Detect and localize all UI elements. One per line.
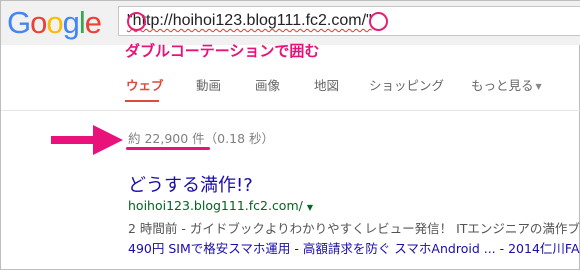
result-url-text: hoihoi123.blog111.fc2.com/ xyxy=(128,198,303,213)
arrow-right-icon xyxy=(51,125,123,155)
search-tabs: ウェブ 動画 画像 地図 ショッピング もっと見る ▼ xyxy=(1,67,580,105)
tab-more-label: もっと見る xyxy=(471,78,534,93)
header-bar: Google "http://hoihoi123.blog111.fc2.com… xyxy=(1,1,580,45)
search-query-text: "http://hoihoi123.blog111.fc2.com/" xyxy=(127,12,372,29)
tab-more[interactable]: もっと見る ▼ xyxy=(471,75,542,94)
tabs-divider xyxy=(1,110,580,111)
quote-highlight-circle-right xyxy=(369,12,388,31)
logo-letter: o xyxy=(30,5,47,40)
active-tab-indicator xyxy=(125,100,159,102)
result-snippet: 2 時間前 - ガイドブックよりわかりやすくレビュー発信！ ITエンジニアの満作… xyxy=(128,221,580,236)
logo-letter: o xyxy=(46,5,63,40)
logo-letter: G xyxy=(7,5,31,40)
logo-letter: g xyxy=(62,5,80,40)
quote-highlight-circle-left xyxy=(127,12,146,31)
tab-maps[interactable]: 地図 xyxy=(314,75,339,94)
annotation-label: ダブルコーテーションで囲む xyxy=(125,42,320,60)
result-sitelinks[interactable]: 490円 SIMで格安スマホ運用 - 高額請求を防ぐ スマホAndroid ..… xyxy=(128,238,580,257)
search-input[interactable]: "http://hoihoi123.blog111.fc2.com/" xyxy=(118,6,580,36)
logo-letter: e xyxy=(84,5,102,40)
tab-web[interactable]: ウェブ xyxy=(126,75,164,94)
result-url[interactable]: hoihoi123.blog111.fc2.com/ ▼ xyxy=(128,198,313,213)
tab-shopping[interactable]: ショッピング xyxy=(369,75,444,94)
google-logo[interactable]: Google xyxy=(7,5,102,41)
url-dropdown-icon[interactable]: ▼ xyxy=(307,203,313,212)
chevron-down-icon: ▼ xyxy=(535,82,542,91)
tab-videos[interactable]: 動画 xyxy=(196,75,221,94)
results-count: 約 22,900 件（0.18 秒） xyxy=(128,131,274,146)
result-title-link[interactable]: どうする満作!? xyxy=(128,171,253,197)
tab-images[interactable]: 画像 xyxy=(255,75,280,94)
results-count-underline xyxy=(126,147,210,150)
